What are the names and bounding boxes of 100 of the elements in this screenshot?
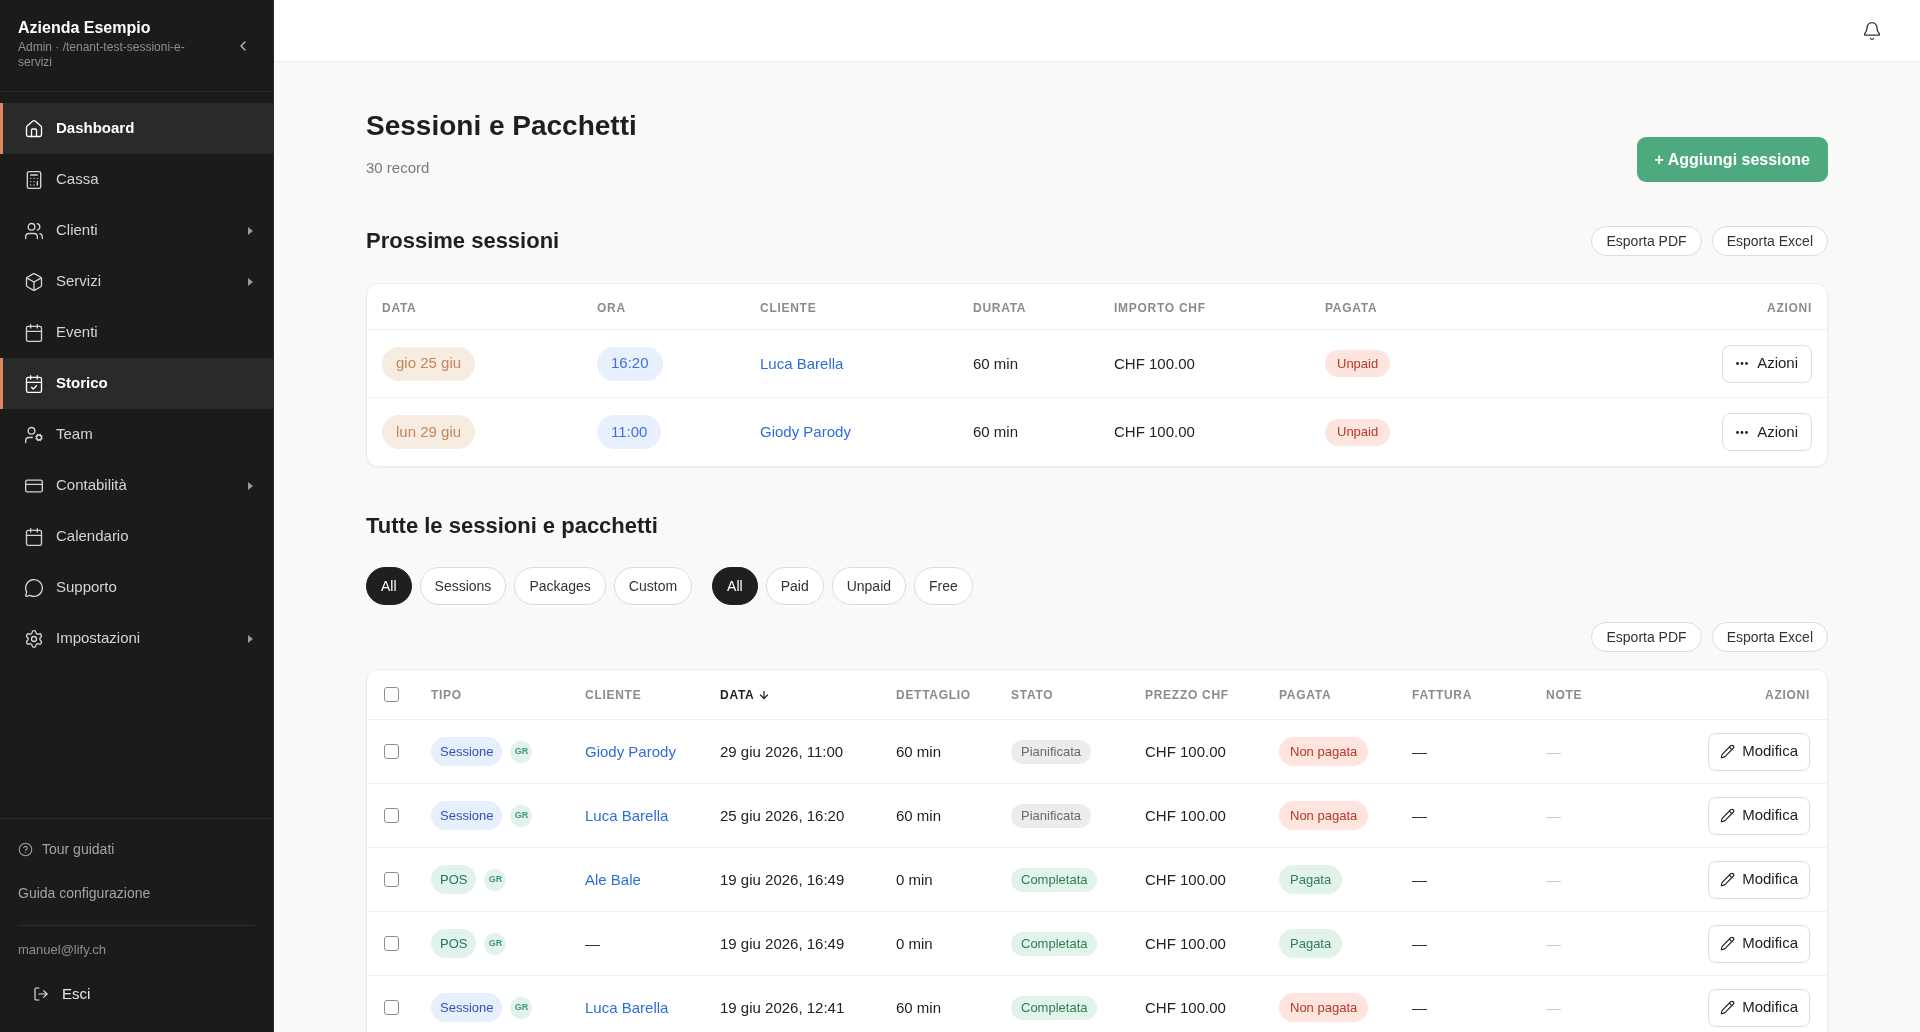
- detail-text: 0 min: [896, 870, 933, 888]
- note-text: —: [1546, 998, 1561, 1016]
- date-text: 19 giu 2026, 16:49: [720, 934, 845, 952]
- setup-guide-link[interactable]: Guida configurazione: [18, 882, 151, 904]
- home-icon: [24, 118, 44, 139]
- nav-item[interactable]: Clienti: [0, 205, 273, 256]
- nav-item[interactable]: Servizi: [0, 256, 273, 307]
- edit-button[interactable]: Modifica: [1708, 796, 1810, 835]
- guided-tours-link[interactable]: Tour guidati: [18, 838, 115, 860]
- group-tag: GR: [510, 740, 533, 763]
- nav-item[interactable]: Supporto: [0, 562, 273, 613]
- column-header: ORA: [597, 300, 626, 315]
- bell-icon[interactable]: [1862, 20, 1882, 41]
- status-badge: Pianificata: [1011, 803, 1091, 828]
- column-header: AZIONI: [1767, 300, 1812, 315]
- filter-chip[interactable]: Custom: [613, 567, 693, 605]
- pencil-icon: [1720, 872, 1736, 887]
- ellipsis-icon: [1736, 430, 1749, 434]
- date-text: 19 giu 2026, 16:49: [720, 870, 845, 888]
- edit-button[interactable]: Modifica: [1708, 860, 1810, 899]
- type-badge: POS: [431, 865, 477, 894]
- amount-text: CHF 100.00: [1114, 354, 1195, 372]
- payment-status-badge: Non pagata: [1279, 993, 1369, 1022]
- column-header: DATA: [382, 300, 417, 315]
- row-checkbox[interactable]: [384, 936, 399, 951]
- date-text: 29 giu 2026, 11:00: [720, 742, 844, 760]
- payment-status-badge: Non pagata: [1279, 801, 1369, 830]
- client-link[interactable]: Ale Bale: [585, 870, 641, 888]
- row-checkbox[interactable]: [384, 872, 399, 887]
- section-title: Tutte le sessioni e pacchetti: [366, 512, 658, 540]
- edit-button[interactable]: Modifica: [1708, 924, 1810, 963]
- group-tag: GR: [510, 804, 533, 827]
- note-text: —: [1546, 806, 1561, 824]
- nav-item[interactable]: Dashboard: [0, 103, 273, 154]
- settings-icon: [24, 628, 44, 649]
- price-text: CHF 100.00: [1145, 806, 1226, 824]
- calendar-icon: [24, 526, 44, 547]
- nav-item[interactable]: Cassa: [0, 154, 273, 205]
- client-link[interactable]: Luca Barella: [585, 806, 669, 824]
- client-link[interactable]: Giody Parody: [760, 423, 851, 440]
- column-header: AZIONI: [1765, 686, 1810, 704]
- export-button[interactable]: Esporta PDF: [1591, 226, 1702, 256]
- column-header: PREZZO CHF: [1145, 686, 1229, 704]
- row-checkbox[interactable]: [384, 808, 399, 823]
- nav-item[interactable]: Storico: [0, 358, 273, 409]
- row-checkbox[interactable]: [384, 1000, 399, 1015]
- ellipsis-icon: [1736, 362, 1749, 365]
- record-count: 30 record: [366, 158, 430, 178]
- note-text: —: [1546, 742, 1561, 760]
- row-checkbox[interactable]: [384, 744, 399, 759]
- edit-button[interactable]: Modifica: [1708, 732, 1810, 771]
- filter-chip[interactable]: Free: [914, 567, 973, 605]
- filter-chip[interactable]: Sessions: [419, 567, 507, 605]
- filter-chip[interactable]: All: [366, 567, 412, 605]
- type-badge: Sessione: [431, 993, 503, 1022]
- invoice-text: —: [1412, 870, 1427, 888]
- nav-item[interactable]: Team: [0, 409, 273, 460]
- duration-text: 60 min: [973, 354, 1019, 372]
- company-name: Azienda Esempio: [18, 18, 152, 38]
- filter-chip[interactable]: Unpaid: [831, 567, 907, 605]
- actions-button[interactable]: Azioni: [1722, 413, 1812, 451]
- invoice-text: —: [1412, 998, 1427, 1016]
- pencil-icon: [1720, 744, 1736, 759]
- client-link[interactable]: Luca Barella: [585, 998, 669, 1016]
- filter-chip[interactable]: Packages: [514, 567, 606, 605]
- company-subtitle: Admin · /tenant-test-sessioni-e-servizi: [18, 40, 186, 70]
- export-button[interactable]: Esporta Excel: [1711, 226, 1828, 256]
- logout-button[interactable]: Esci: [18, 976, 101, 1012]
- column-header: TIPO: [431, 686, 462, 704]
- chat-bubble-icon: [24, 577, 44, 598]
- invoice-text: —: [1412, 742, 1427, 760]
- group-tag: GR: [510, 996, 533, 1019]
- filter-chip[interactable]: All: [712, 567, 758, 605]
- column-header: DURATA: [973, 300, 1027, 315]
- note-text: —: [1546, 934, 1561, 952]
- client-link[interactable]: Luca Barella: [760, 354, 844, 372]
- nav-item[interactable]: Impostazioni: [0, 613, 273, 664]
- nav-item[interactable]: Contabilità: [0, 460, 273, 511]
- export-button[interactable]: Esporta PDF: [1591, 622, 1702, 652]
- date-badge: gio 25 giu: [382, 346, 476, 381]
- payment-status-badge: Pagata: [1279, 929, 1343, 958]
- edit-button[interactable]: Modifica: [1708, 988, 1810, 1027]
- type-badge: Sessione: [431, 737, 503, 766]
- actions-button[interactable]: Azioni: [1722, 344, 1812, 383]
- nav-item[interactable]: Calendario: [0, 511, 273, 562]
- type-badge: Sessione: [431, 801, 503, 830]
- column-header: IMPORTO CHF: [1114, 300, 1206, 315]
- filter-chip[interactable]: Paid: [765, 567, 824, 605]
- export-button[interactable]: Esporta Excel: [1711, 622, 1828, 652]
- nav-item[interactable]: Eventi: [0, 307, 273, 358]
- select-all-checkbox[interactable]: [384, 687, 399, 702]
- duration-text: 60 min: [973, 423, 1019, 440]
- calendar-icon: [24, 322, 44, 343]
- status-badge: Completata: [1011, 995, 1098, 1020]
- invoice-text: —: [1412, 934, 1427, 952]
- price-text: CHF 100.00: [1145, 998, 1226, 1016]
- column-header: STATO: [1011, 686, 1054, 704]
- time-badge: 16:20: [597, 346, 663, 381]
- client-link[interactable]: Giody Parody: [585, 742, 676, 760]
- sort-arrow-icon[interactable]: [758, 688, 771, 701]
